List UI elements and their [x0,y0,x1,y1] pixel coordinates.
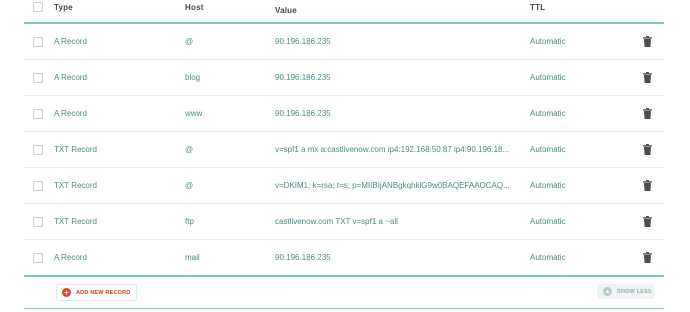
row-checkbox[interactable] [33,108,43,119]
record-value: 90.196.186.235 [275,253,331,262]
select-all-checkbox[interactable] [33,2,43,12]
table-row: A Record www 90.196.186.235 Automatic [24,96,664,132]
table-body: A Record @90.196.186.235 Automatic A Record… [24,24,664,277]
row-checkbox[interactable] [33,252,43,263]
record-type: TXT Record [54,181,97,190]
row-checkbox[interactable] [33,72,43,83]
trash-icon [642,180,652,191]
plus-circle-icon: + [62,288,71,297]
record-value: 90.196.186.235 [275,109,331,118]
trash-icon [642,216,652,227]
row-select-cell[interactable] [33,96,43,131]
column-header-type: Type [54,2,73,12]
row-select-cell[interactable] [33,240,43,275]
show-less-label: SHOW LESS [617,288,652,295]
select-all-cell[interactable] [33,0,43,18]
row-checkbox[interactable] [33,180,43,191]
column-header-ttl: TTL [530,2,546,12]
delete-record-button[interactable] [640,132,654,167]
record-ttl: Automatic [530,73,566,82]
record-type: A Record [54,37,87,46]
record-host: blog [185,73,201,82]
delete-record-button[interactable] [640,60,654,95]
record-host: ftp [185,217,194,226]
record-host: @ [185,181,194,190]
trash-icon [642,108,652,119]
trash-icon [642,252,652,263]
table-row: TXT Record @ v=DKIM1; k=rsa; t=s; p=MIIBIj… [24,168,664,204]
table-row: A Record blog 90.196.186.235 Automatic [24,60,664,96]
table-row: A Record @90.196.186.235 Automatic [24,24,664,60]
record-value: 90.196.186.235 [275,73,331,82]
record-ttl: Automatic [530,37,566,46]
record-host: @ [185,145,194,154]
record-host: mail [185,253,200,262]
record-host: @ [185,37,194,46]
table-row: A Record mail 90.196.186.235 Automatic [24,240,664,277]
row-select-cell[interactable] [33,132,43,167]
row-checkbox[interactable] [33,216,43,227]
row-select-cell[interactable] [33,168,43,203]
chevron-up-icon: ▲ [603,287,612,296]
record-value: v=spf1 a mx a:castlivenow.com ip4:192.16… [275,145,510,154]
row-checkbox[interactable] [33,36,43,47]
delete-record-button[interactable] [640,168,654,203]
table-row: TXT Record ftp castlivenow.com TXT v=spf1 … [24,204,664,240]
record-type: TXT Record [54,217,97,226]
record-ttl: Automatic [530,145,566,154]
add-new-record-button[interactable]: + ADD NEW RECORD [56,284,138,301]
record-ttl: Automatic [530,253,566,262]
column-header-value: Value [275,6,297,15]
row-select-cell[interactable] [33,204,43,239]
trash-icon [642,72,652,83]
record-host: www [185,109,203,118]
show-less-button[interactable]: ▲ SHOW LESS [597,284,655,299]
trash-icon [642,36,652,47]
delete-record-button[interactable] [640,24,654,59]
record-type: A Record [54,253,87,262]
row-select-cell[interactable] [33,60,43,95]
record-ttl: Automatic [530,181,566,190]
column-header-host: Host [185,2,204,12]
row-checkbox[interactable] [33,144,43,155]
delete-record-button[interactable] [640,240,654,275]
dns-records-table: Type Host Value TTL A Record @90.196.186.… [24,0,664,277]
trash-icon [642,144,652,155]
add-new-record-label: ADD NEW RECORD [76,289,131,296]
table-row: TXT Record @ v=spf1 a mx a:castlivenow.com… [24,132,664,168]
table-header: Type Host Value TTL [24,0,664,24]
record-ttl: Automatic [530,217,566,226]
record-ttl: Automatic [530,109,566,118]
record-type: A Record [54,109,87,118]
record-type: A Record [54,73,87,82]
record-type: TXT Record [54,145,97,154]
delete-record-button[interactable] [640,204,654,239]
table-footer: + ADD NEW RECORD ▲ SHOW LESS [24,278,664,309]
row-select-cell[interactable] [33,24,43,59]
record-value: castlivenow.com TXT v=spf1 a ~all [275,217,398,226]
record-value: v=DKIM1; k=rsa; t=s; p=MIIBIjANBgkqhkiG9… [275,181,510,190]
record-value: 90.196.186.235 [275,37,331,46]
delete-record-button[interactable] [640,96,654,131]
